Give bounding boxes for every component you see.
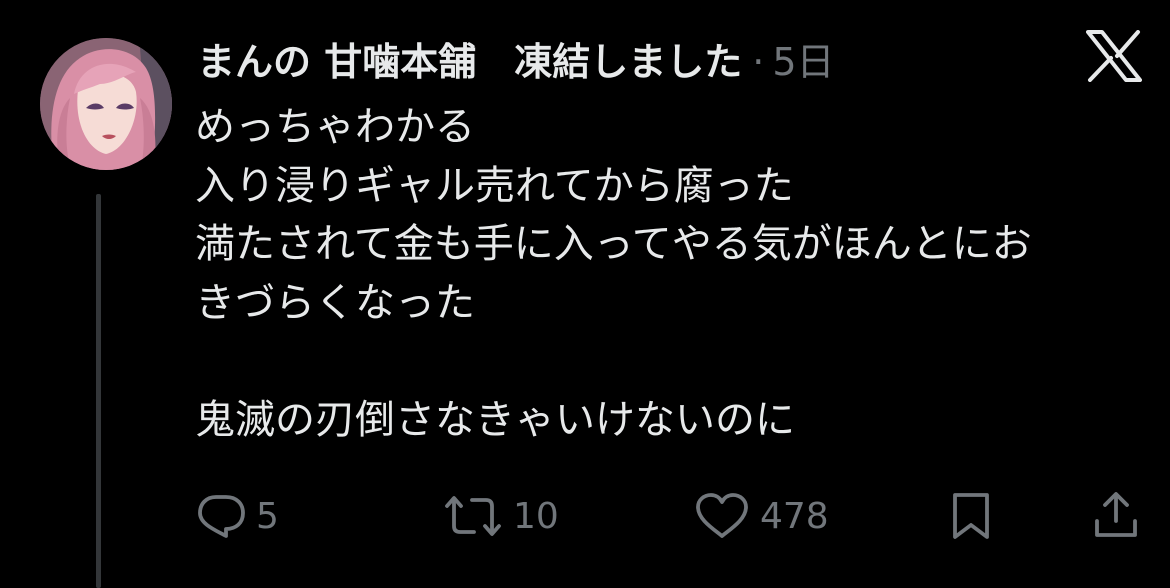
x-logo-icon bbox=[1086, 30, 1142, 82]
reply-bubble-icon bbox=[196, 493, 246, 539]
heart-icon bbox=[694, 492, 750, 540]
bookmark-button[interactable] bbox=[948, 488, 994, 544]
avatar-image bbox=[40, 38, 172, 170]
post-text-line: ​ bbox=[195, 332, 1145, 391]
timestamp[interactable]: 5日 bbox=[772, 34, 834, 90]
post-text-line: きづらくなった bbox=[195, 279, 475, 326]
reply-button[interactable]: 5 bbox=[196, 488, 279, 544]
bookmark-icon bbox=[948, 491, 994, 541]
repost-arrows-icon bbox=[443, 494, 503, 538]
reply-count: 5 bbox=[256, 495, 279, 537]
post-text-line: 満たされて金も手に入ってやる気がほんとにお bbox=[195, 221, 1032, 267]
separator-dot: · bbox=[752, 40, 765, 84]
share-upload-icon bbox=[1092, 491, 1140, 541]
like-count: 478 bbox=[760, 495, 829, 537]
post-card: まんの 甘噛本舗 凍結しました · 5日 めっちゃわかる入り浸りギャル売れてから… bbox=[0, 0, 1170, 588]
thread-line bbox=[96, 194, 101, 588]
post-text-line: 入り浸りギャル売れてから腐った bbox=[195, 162, 794, 209]
avatar[interactable] bbox=[40, 38, 172, 170]
post-header: まんの 甘噛本舗 凍結しました · 5日 bbox=[197, 34, 835, 90]
post-text: めっちゃわかる入り浸りギャル売れてから腐った満たされて金も手に入ってやる気がほん… bbox=[195, 98, 1145, 449]
like-button[interactable]: 478 bbox=[694, 488, 829, 544]
repost-button[interactable]: 10 bbox=[443, 488, 559, 544]
share-button[interactable] bbox=[1092, 488, 1140, 544]
repost-count: 10 bbox=[513, 495, 559, 537]
post-text-line: 鬼滅の刃倒さなきゃいけないのに bbox=[195, 396, 795, 443]
display-name[interactable]: まんの 甘噛本舗 凍結しました bbox=[197, 34, 742, 90]
post-text-line: めっちゃわかる bbox=[195, 104, 475, 150]
